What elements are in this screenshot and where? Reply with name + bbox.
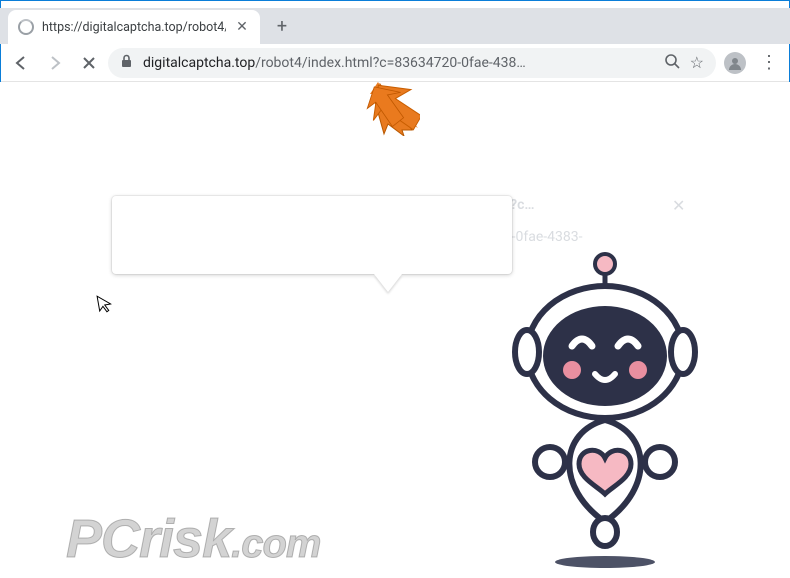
- avatar-icon: [724, 52, 746, 74]
- search-in-omnibox-icon: [664, 53, 680, 73]
- suggestion-remove-icon: ✕: [672, 196, 685, 215]
- lock-icon: [120, 54, 133, 71]
- url-text: digitalcaptcha.top/robot4/index.html?c=8…: [143, 55, 654, 71]
- new-tab-button[interactable]: +: [268, 12, 296, 40]
- shadow: [555, 556, 655, 568]
- page-content: ↻ Click Allow - https://digitalcaptcha.t…: [0, 82, 790, 578]
- active-tab[interactable]: https://digitalcaptcha.top/robot4/ ✕: [8, 10, 260, 44]
- tab-title: https://digitalcaptcha.top/robot4/: [42, 20, 226, 35]
- chrome-menu-button[interactable]: ⋮: [754, 48, 784, 78]
- pcrisk-watermark: PCrisk.com: [66, 508, 320, 570]
- robot-icon: [500, 252, 710, 562]
- url-domain: digitalcaptcha.top: [143, 55, 255, 71]
- address-bar[interactable]: digitalcaptcha.top/robot4/index.html?c=8…: [108, 48, 716, 78]
- back-button[interactable]: [6, 48, 36, 78]
- watermark-pc: PC: [66, 509, 139, 569]
- loading-spinner-icon: [18, 19, 34, 35]
- browser-toolbar: digitalcaptcha.top/robot4/index.html?c=8…: [0, 44, 790, 82]
- arrow-right-icon: [46, 54, 64, 72]
- mouse-cursor-icon: [96, 293, 114, 320]
- url-path: /robot4/index.html?c=83634720-0fae-438…: [255, 55, 526, 71]
- bookmark-star-icon[interactable]: ☆: [690, 53, 704, 72]
- watermark-risk: risk: [139, 509, 231, 569]
- forward-button[interactable]: [40, 48, 70, 78]
- tab-strip: https://digitalcaptcha.top/robot4/ ✕ +: [0, 8, 790, 44]
- arrow-left-icon: [12, 54, 30, 72]
- tab-close-button[interactable]: ✕: [234, 19, 250, 35]
- watermark-com: .com: [231, 522, 320, 566]
- stop-reload-button[interactable]: [74, 48, 104, 78]
- robot-illustration: [500, 252, 710, 562]
- stop-icon: [82, 56, 96, 70]
- speech-bubble: [112, 196, 512, 274]
- profile-avatar-button[interactable]: [720, 48, 750, 78]
